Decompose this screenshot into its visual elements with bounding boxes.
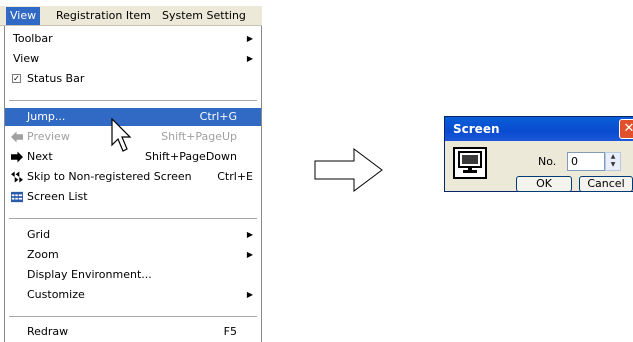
menu-item-label: Zoom <box>27 248 59 261</box>
left-arrow-icon <box>11 131 23 143</box>
menu-item-label: View <box>13 52 40 65</box>
menu-item-label: Skip to Non-registered Screen <box>27 170 192 183</box>
menu-item-skip[interactable]: Skip to Non-registered Screen Ctrl+E <box>5 168 261 186</box>
screen-number-input[interactable]: 0 <box>567 152 605 171</box>
menu-item-customize[interactable]: Customize ▶ <box>5 286 261 304</box>
submenu-arrow-icon: ▶ <box>246 54 253 63</box>
screen-list-icon <box>11 191 23 203</box>
submenu-arrow-icon: ▶ <box>246 250 253 259</box>
ok-button[interactable]: OK <box>516 176 572 192</box>
menu-item-toolbar[interactable]: Toolbar ▶ <box>5 30 261 48</box>
monitor-icon <box>458 151 482 173</box>
mouse-cursor-icon <box>111 118 132 152</box>
submenu-arrow-icon: ▶ <box>246 230 253 239</box>
dialog-titlebar: Screen <box>445 117 633 141</box>
menu-item-view[interactable]: View ▶ <box>5 50 261 68</box>
close-button[interactable]: ✕ <box>619 119 633 139</box>
menu-separator <box>9 100 257 101</box>
menu-bar: View Registration Item System Setting <box>0 6 262 26</box>
menu-registration-item[interactable]: Registration Item <box>52 7 155 25</box>
menu-system-setting[interactable]: System Setting <box>158 7 250 25</box>
menu-item-screen-list[interactable]: Screen List <box>5 188 261 206</box>
checkmark-icon: ✓ <box>12 74 21 83</box>
menu-item-redraw[interactable]: Redraw F5 <box>5 323 261 341</box>
menu-separator <box>9 218 257 219</box>
menu-item-label: Toolbar <box>13 32 53 45</box>
menu-item-label: Customize <box>27 288 85 301</box>
menu-item-status-bar[interactable]: ✓ Status Bar <box>5 70 261 88</box>
menu-item-label: Grid <box>27 228 51 241</box>
view-dropdown-menu: Toolbar ▶ View ▶ ✓ Status Bar Jump... Ct… <box>4 26 262 342</box>
menu-item-shortcut: Shift+PageDown <box>144 150 237 163</box>
menu-item-label: Preview <box>27 130 70 143</box>
no-label: No. <box>538 155 557 168</box>
menu-separator <box>9 316 257 317</box>
submenu-arrow-icon: ▶ <box>246 34 253 43</box>
menu-item-zoom[interactable]: Zoom ▶ <box>5 246 261 264</box>
menu-item-label: Jump... <box>27 110 66 123</box>
menu-item-grid[interactable]: Grid ▶ <box>5 226 261 244</box>
right-arrow-icon <box>11 151 23 163</box>
screen-icon <box>453 147 487 179</box>
menu-item-shortcut: Ctrl+E <box>217 170 253 183</box>
menu-item-label: Status Bar <box>27 72 85 85</box>
menu-item-label: Redraw <box>27 325 69 338</box>
menu-item-shortcut: Shift+PageUp <box>161 130 237 143</box>
menu-item-shortcut: Ctrl+G <box>199 110 237 123</box>
menu-view[interactable]: View <box>6 7 41 25</box>
menu-item-label: Next <box>27 150 53 163</box>
menu-item-shortcut: F5 <box>223 325 237 338</box>
cancel-button[interactable]: Cancel <box>579 176 633 192</box>
spin-down-icon[interactable]: ▼ <box>606 161 620 169</box>
close-icon: ✕ <box>623 121 633 136</box>
number-spinner[interactable]: ▲ ▼ <box>605 152 621 171</box>
menu-item-display-environment[interactable]: Display Environment... <box>5 266 261 284</box>
skip-arrows-icon <box>11 171 23 183</box>
spin-up-icon[interactable]: ▲ <box>606 153 620 161</box>
dialog-title: Screen <box>453 122 500 136</box>
menu-item-label: Screen List <box>27 190 88 203</box>
submenu-arrow-icon: ▶ <box>246 290 253 299</box>
right-arrow-icon <box>314 148 383 192</box>
menu-item-label: Display Environment... <box>27 268 152 281</box>
screen-dialog: Screen ✕ No. 0 ▲ ▼ OK Cancel <box>444 116 633 192</box>
